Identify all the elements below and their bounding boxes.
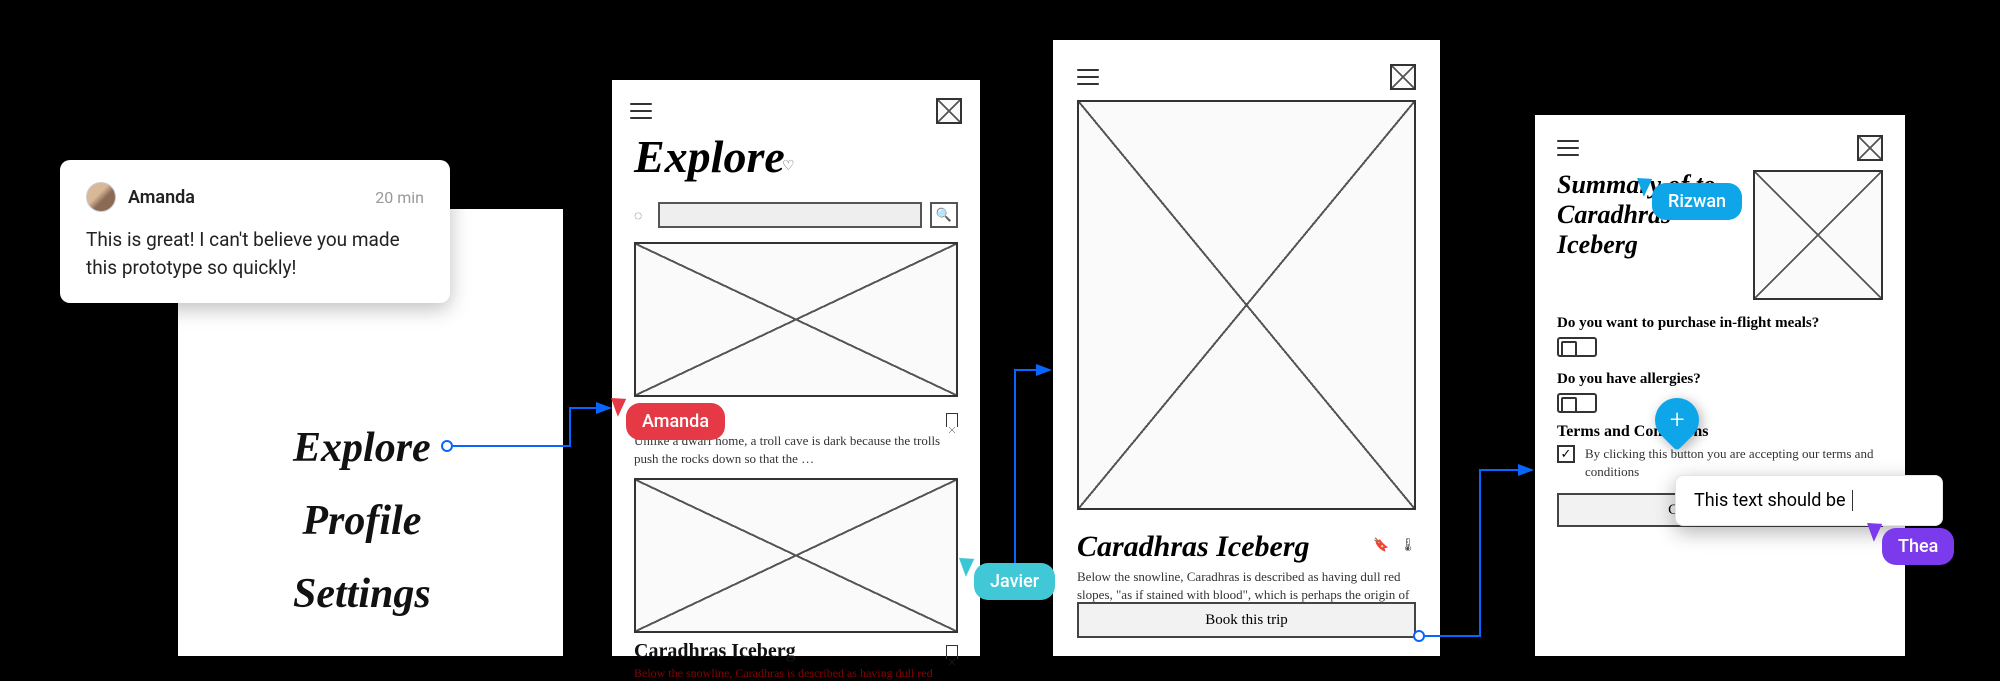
- close-icon[interactable]: [1390, 64, 1416, 90]
- page-title: Explore: [634, 130, 785, 183]
- comment-input[interactable]: This text should be: [1675, 475, 1943, 526]
- artboard-explore[interactable]: Explore ♡ ◌ 🔍 Troll Cave Unlike a dwarf …: [612, 80, 980, 656]
- menu-item-profile[interactable]: Profile: [302, 497, 421, 545]
- book-trip-button[interactable]: Book this trip: [1077, 602, 1416, 638]
- page-title: Caradhras Iceberg: [1077, 530, 1310, 564]
- collaborator-cursor-amanda: Amanda: [614, 395, 725, 440]
- collaborator-cursor-rizwan: Rizwan: [1640, 175, 1742, 220]
- flow-node[interactable]: [441, 440, 453, 452]
- toggle-meals[interactable]: [1557, 337, 1597, 357]
- plus-icon: +: [1670, 405, 1685, 435]
- comment-body: This is great! I can't believe you made …: [86, 226, 424, 281]
- comment-input-text: This text should be: [1694, 490, 1846, 511]
- cursor-label: Thea: [1882, 528, 1954, 565]
- cursor-label: Rizwan: [1652, 183, 1742, 220]
- menu-item-explore[interactable]: Explore: [293, 424, 431, 472]
- hamburger-icon[interactable]: [630, 103, 652, 119]
- comment-time: 20 min: [375, 188, 424, 207]
- card-title: Caradhras Iceberg: [634, 640, 796, 663]
- image-placeholder: [1753, 170, 1883, 300]
- bulb-icon: ◌: [634, 207, 650, 223]
- flow-node[interactable]: [1413, 630, 1425, 642]
- hamburger-icon[interactable]: [1557, 140, 1579, 156]
- comment-author: Amanda: [128, 187, 375, 208]
- avatar: [86, 182, 116, 212]
- terms-checkbox[interactable]: ✓: [1557, 445, 1575, 463]
- comment-card[interactable]: Amanda 20 min This is great! I can't bel…: [60, 160, 450, 303]
- bookmark-icon[interactable]: 🔖: [1373, 538, 1389, 553]
- toggle-allergies[interactable]: [1557, 393, 1597, 413]
- menu-item-settings[interactable]: Settings: [293, 570, 431, 618]
- close-icon[interactable]: [936, 98, 962, 124]
- image-placeholder: [634, 242, 958, 397]
- search-input[interactable]: [658, 202, 922, 228]
- close-icon[interactable]: [1857, 135, 1883, 161]
- thermometer-icon: 🌡: [1399, 538, 1416, 553]
- image-placeholder: [1077, 100, 1416, 510]
- card-description: Below the snowline, Caradhras is describ…: [634, 665, 958, 681]
- hamburger-icon[interactable]: [1077, 69, 1099, 85]
- bookmark-icon[interactable]: [946, 413, 958, 427]
- button-label: Book this trip: [1205, 612, 1288, 629]
- question-allergies: Do you have allergies?: [1557, 371, 1701, 388]
- search-button[interactable]: 🔍: [930, 202, 958, 228]
- cursor-label: Amanda: [626, 403, 725, 440]
- bookmark-icon[interactable]: [946, 645, 958, 659]
- collaborator-cursor-javier: Javier: [962, 555, 1055, 600]
- cursor-label: Javier: [974, 563, 1055, 600]
- artboard-detail[interactable]: Caradhras Iceberg 🔖 🌡 Below the snowline…: [1053, 40, 1440, 656]
- collaborator-cursor-thea: Thea: [1870, 520, 1954, 565]
- heart-icon[interactable]: ♡: [782, 158, 795, 174]
- image-placeholder: [634, 478, 958, 633]
- question-meals: Do you want to purchase in-flight meals?: [1557, 315, 1819, 332]
